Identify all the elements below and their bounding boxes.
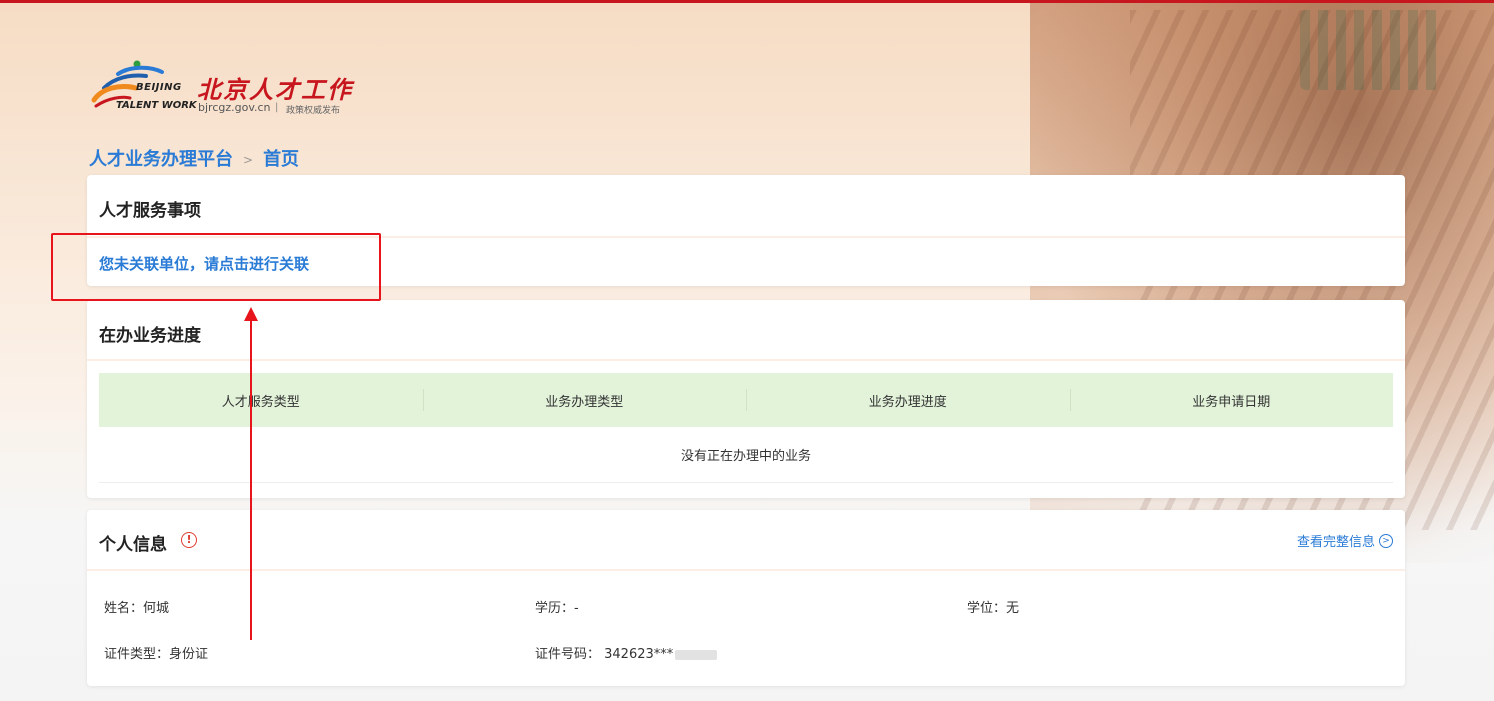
info-name: 姓名：何城	[104, 601, 170, 616]
info-degree: 学位：无	[967, 601, 1020, 616]
personal-info-card: 个人信息 ! 查看完整信息 > 姓名：何城 学历：- 学位：无 证件类型：身份证…	[87, 510, 1405, 686]
business-progress-title: 在办业务进度	[99, 326, 201, 346]
view-full-info-label: 查看完整信息	[1296, 535, 1375, 550]
redacted-mask	[675, 649, 718, 660]
breadcrumb-platform-link[interactable]: 人才业务办理平台	[89, 149, 233, 170]
logo-text-talent-work: TALENT WORK	[116, 100, 197, 111]
card-divider	[87, 569, 1405, 571]
business-progress-card: 在办业务进度 人才服务类型 业务办理类型 业务办理进度 业务申请日期 没有正在办…	[87, 300, 1405, 498]
breadcrumb-separator: >	[243, 153, 254, 167]
info-education: 学历：-	[535, 601, 579, 616]
annotation-highlight-box	[51, 233, 381, 301]
column-header-apply-date: 业务申请日期	[1069, 373, 1394, 427]
warning-icon[interactable]: !	[181, 532, 197, 548]
logo-separator: |	[275, 102, 279, 113]
view-full-info-link[interactable]: 查看完整信息 >	[1297, 531, 1393, 550]
card-divider	[87, 359, 1405, 361]
annotation-arrow-head-icon	[244, 307, 258, 321]
logo-text-chinese: 北京人才工作	[197, 75, 353, 104]
personal-info-title: 个人信息	[99, 535, 167, 555]
column-header-progress: 业务办理进度	[746, 373, 1070, 427]
site-logo[interactable]: BEIJING TALENT WORK 北京人才工作 bjrcgz.gov.cn…	[90, 58, 360, 118]
logo-slogan: 政策权威发布	[286, 106, 341, 116]
column-header-handling-type: 业务办理类型	[422, 373, 747, 427]
info-id-type: 证件类型：身份证	[104, 647, 209, 662]
progress-table-header: 人才服务类型 业务办理类型 业务办理进度 业务申请日期	[99, 373, 1393, 427]
annotation-arrow-line	[250, 318, 252, 640]
column-header-service-type: 人才服务类型	[221, 394, 300, 410]
logo-url: bjrcgz.gov.cn	[198, 101, 271, 114]
info-id-number-row: 证件号码： 342623***	[535, 643, 718, 662]
progress-table-empty-row: 没有正在办理中的业务	[99, 427, 1393, 483]
breadcrumb: 人才业务办理平台 > 首页	[89, 145, 299, 171]
chevron-right-circle-icon: >	[1379, 533, 1393, 548]
breadcrumb-current[interactable]: 首页	[263, 149, 299, 170]
logo-text-beijing: BEIJING	[136, 82, 182, 93]
info-id-number: 证件号码： 342623***	[535, 647, 674, 662]
background-roof-detail	[1300, 10, 1440, 90]
talent-services-title: 人才服务事项	[99, 201, 201, 221]
